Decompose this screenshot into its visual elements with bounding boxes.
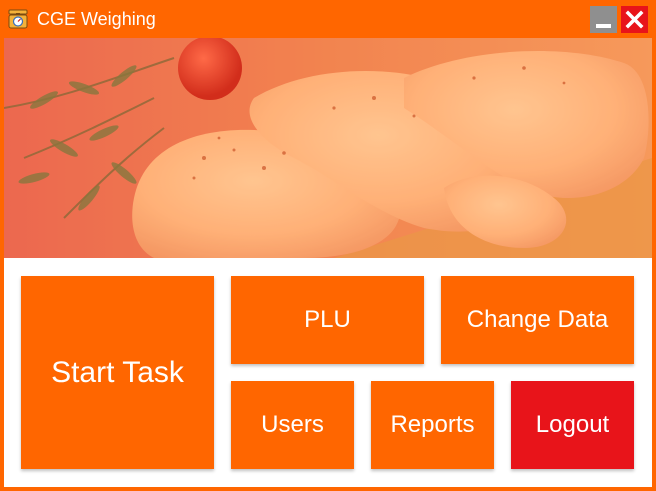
title-bar: CGE Weighing [0,0,656,38]
start-task-label: Start Task [51,355,184,389]
close-icon [625,10,644,29]
plu-label: PLU [304,306,351,333]
close-button[interactable] [621,6,648,33]
start-task-button[interactable]: Start Task [21,276,214,469]
logout-label: Logout [535,411,610,438]
users-label: Users [261,411,324,438]
change-data-button[interactable]: Change Data [441,276,634,364]
banner-image [4,38,652,258]
window-title: CGE Weighing [37,9,156,29]
main-content: Start Task PLU Change Data Users Reports… [4,38,652,487]
users-button[interactable]: Users [231,381,354,469]
plu-button[interactable]: PLU [231,276,424,364]
change-data-label: Change Data [466,306,609,333]
scale-icon [7,7,29,29]
reports-label: Reports [390,411,475,438]
minimize-button[interactable] [590,6,617,33]
logout-button[interactable]: Logout [511,381,634,469]
minimize-icon [596,24,611,28]
reports-button[interactable]: Reports [371,381,494,469]
